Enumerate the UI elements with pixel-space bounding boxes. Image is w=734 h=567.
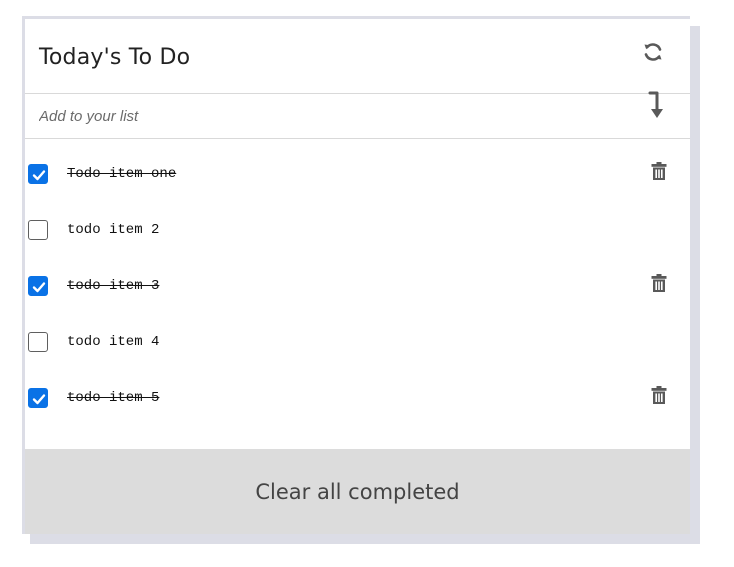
check-icon — [32, 170, 46, 181]
trash-icon[interactable] — [651, 273, 667, 293]
add-todo-input[interactable] — [39, 104, 619, 128]
todo-item-label: Todo item one — [67, 166, 177, 182]
todo-card: Today's To Do Todo item onetodo — [22, 16, 690, 534]
todo-item: Todo item one — [25, 149, 690, 205]
todo-item: todo item 5 — [25, 373, 690, 429]
check-icon — [32, 282, 46, 293]
todo-checkbox[interactable] — [28, 164, 48, 184]
todo-checkbox[interactable] — [28, 388, 48, 408]
page-title: Today's To Do — [39, 45, 191, 70]
add-todo-row — [25, 91, 690, 139]
todo-item-label: todo item 2 — [67, 222, 160, 238]
todo-item: todo item 4 — [25, 317, 690, 373]
check-icon — [32, 394, 46, 405]
todo-item-label: todo item 5 — [67, 390, 160, 406]
refresh-icon[interactable] — [641, 40, 665, 64]
todo-item: todo item 3 — [25, 261, 690, 317]
card-header: Today's To Do — [25, 19, 690, 94]
todo-item-label: todo item 4 — [67, 334, 160, 350]
todo-item-label: todo item 3 — [67, 278, 160, 294]
todo-checkbox[interactable] — [28, 220, 48, 240]
clear-completed-button[interactable]: Clear all completed — [25, 449, 690, 534]
todo-item: todo item 2 — [25, 205, 690, 261]
trash-icon[interactable] — [651, 161, 667, 181]
trash-icon[interactable] — [651, 385, 667, 405]
todo-checkbox[interactable] — [28, 332, 48, 352]
app-stage: Today's To Do Todo item onetodo — [0, 0, 734, 567]
clear-completed-label: Clear all completed — [255, 479, 460, 504]
enter-arrow-icon[interactable] — [645, 91, 665, 121]
todo-checkbox[interactable] — [28, 276, 48, 296]
